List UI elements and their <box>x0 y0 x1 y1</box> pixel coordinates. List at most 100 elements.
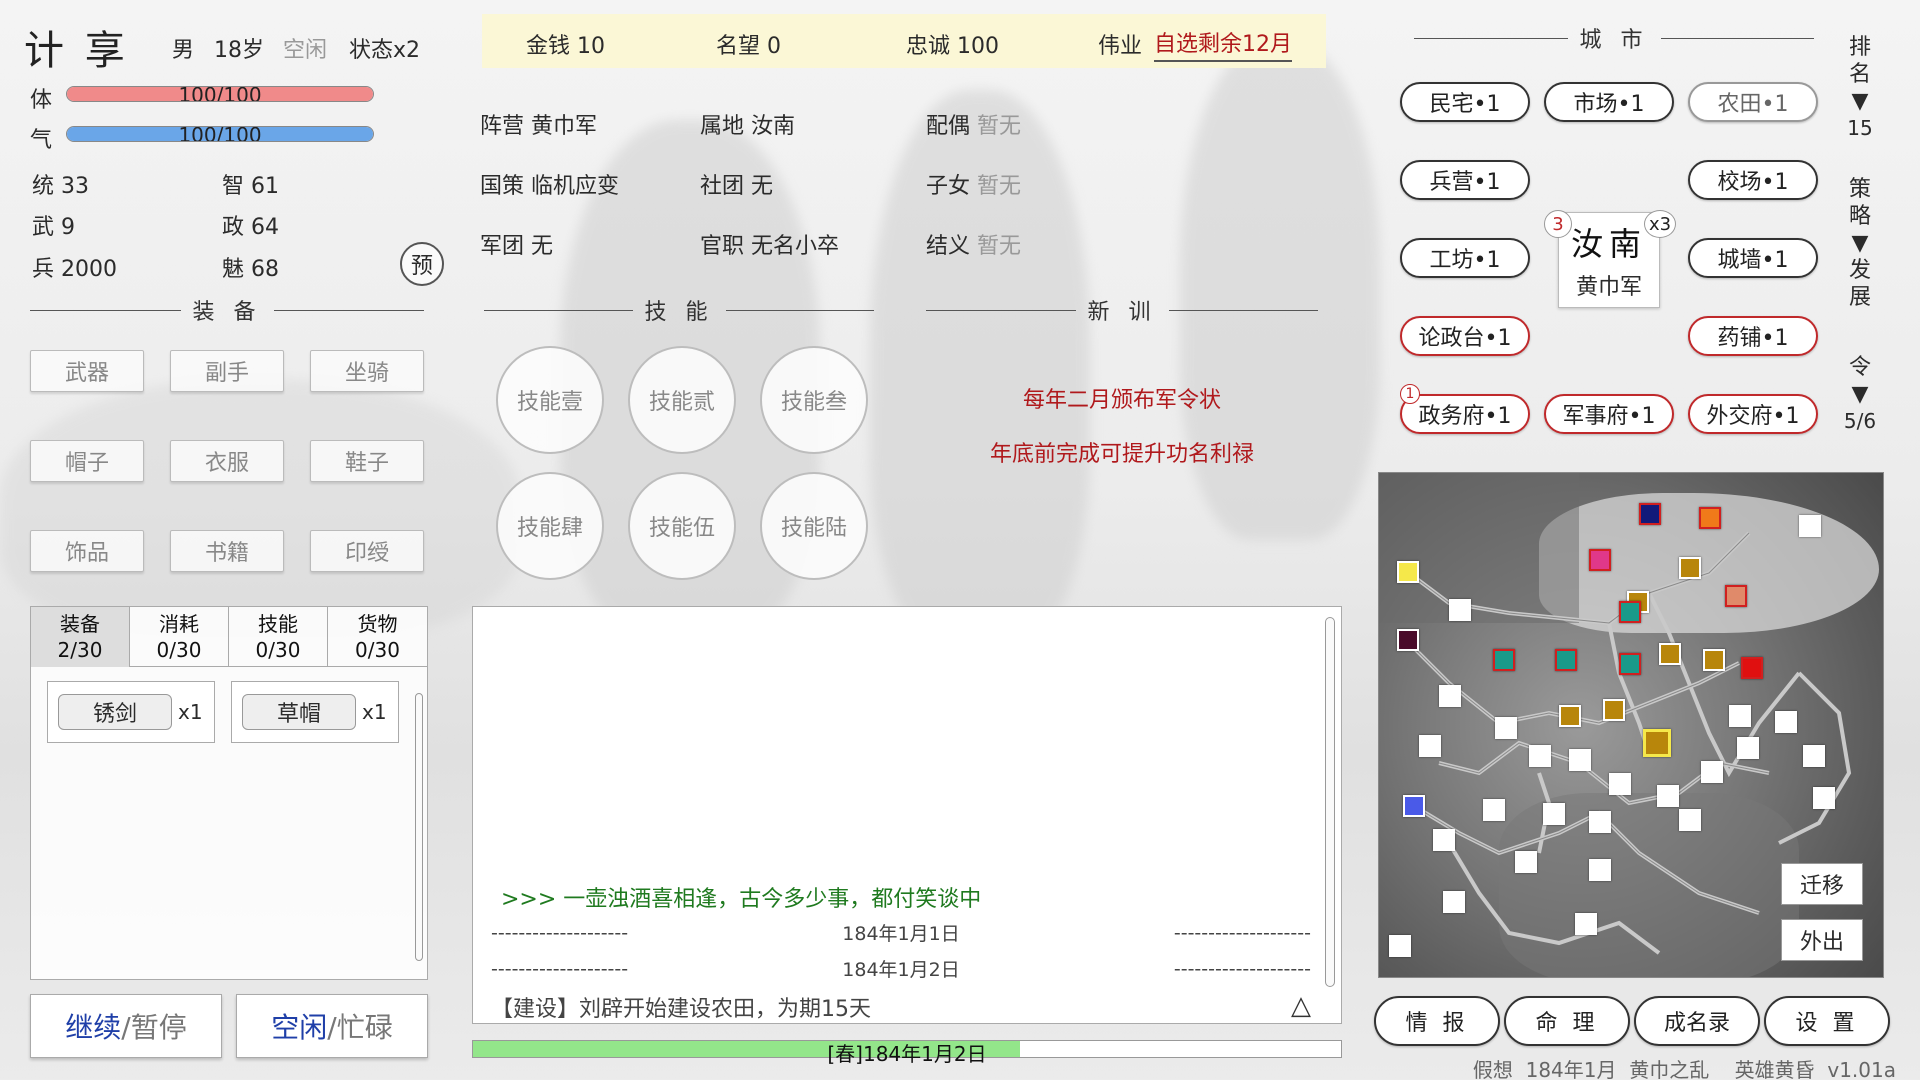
stat-tong: 统 33 <box>32 168 89 200</box>
inventory-scrollbar[interactable] <box>415 693 423 961</box>
map-city-node[interactable] <box>1493 649 1515 671</box>
map-city-node[interactable] <box>1619 601 1641 623</box>
map-city-node[interactable] <box>1603 699 1625 721</box>
map-city-node[interactable] <box>1609 773 1631 795</box>
equip-slot-seal[interactable]: 印绶 <box>310 530 424 572</box>
map-city-node[interactable] <box>1799 515 1821 537</box>
equip-slot-mount[interactable]: 坐骑 <box>310 350 424 392</box>
menu-fate[interactable]: 命 理 <box>1504 996 1630 1046</box>
equip-slot-clothes[interactable]: 衣服 <box>170 440 284 482</box>
migrate-button[interactable]: 迁移 <box>1781 863 1863 905</box>
equip-slot-weapon[interactable]: 武器 <box>30 350 144 392</box>
message-log: >>> 一壶浊酒喜相逢，古今多少事，都付笑谈中 ----------------… <box>472 606 1342 1024</box>
skill-slot-6[interactable]: 技能陆 <box>760 472 868 580</box>
equip-slot-book[interactable]: 书籍 <box>170 530 284 572</box>
building-debate-hall[interactable]: 论政台•1 <box>1400 316 1530 356</box>
map-city-node[interactable] <box>1555 649 1577 671</box>
map-city-node[interactable] <box>1397 561 1419 583</box>
equip-slot-shoes[interactable]: 鞋子 <box>310 440 424 482</box>
building-military-office[interactable]: 军事府•1 <box>1544 394 1674 434</box>
map-city-node[interactable] <box>1439 685 1461 707</box>
map-city-node[interactable] <box>1659 643 1681 665</box>
inventory-item[interactable]: 草帽 x1 <box>231 681 399 743</box>
log-scrollbar[interactable] <box>1325 617 1335 987</box>
building-drill-ground[interactable]: 校场•1 <box>1688 160 1818 200</box>
equip-slot-offhand[interactable]: 副手 <box>170 350 284 392</box>
map-city-node[interactable] <box>1729 705 1751 727</box>
map-city-node[interactable] <box>1813 787 1835 809</box>
skill-slot-2[interactable]: 技能贰 <box>628 346 736 454</box>
map-city-node[interactable] <box>1699 507 1721 529</box>
feat-value[interactable]: 自选剩余12月 <box>1154 26 1292 62</box>
map-city-node[interactable] <box>1619 653 1641 675</box>
stat-label: 魅 <box>222 257 245 282</box>
building-market[interactable]: 市场•1 <box>1544 82 1674 122</box>
map-city-node[interactable] <box>1403 795 1425 817</box>
map-city-node[interactable] <box>1643 729 1671 757</box>
map-city-node[interactable] <box>1397 629 1419 651</box>
map-city-node[interactable] <box>1725 585 1747 607</box>
info-label: 属地 <box>700 114 745 139</box>
character-status[interactable]: 状态x2 <box>349 32 420 64</box>
map-city-node[interactable] <box>1589 811 1611 833</box>
menu-settings[interactable]: 设 置 <box>1764 996 1890 1046</box>
map-city-node[interactable] <box>1679 809 1701 831</box>
building-residence[interactable]: 民宅•1 <box>1400 82 1530 122</box>
map-city-node[interactable] <box>1559 705 1581 727</box>
world-map[interactable]: 迁移 外出 <box>1378 472 1884 978</box>
continue-pause-button[interactable]: 继续/暂停 <box>30 994 222 1058</box>
map-city-node[interactable] <box>1639 503 1661 525</box>
map-city-node[interactable] <box>1529 745 1551 767</box>
map-city-node[interactable] <box>1389 935 1411 957</box>
map-city-node[interactable] <box>1657 785 1679 807</box>
building-diplomacy-office[interactable]: 外交府•1 <box>1688 394 1818 434</box>
map-city-node[interactable] <box>1775 711 1797 733</box>
map-city-node[interactable] <box>1569 749 1591 771</box>
map-city-node[interactable] <box>1515 851 1537 873</box>
go-out-button[interactable]: 外出 <box>1781 919 1863 961</box>
map-city-node[interactable] <box>1495 717 1517 739</box>
idle-busy-button[interactable]: 空闲/忙碌 <box>236 994 428 1058</box>
map-city-node[interactable] <box>1679 557 1701 579</box>
preview-button[interactable]: 预 <box>400 242 444 286</box>
map-city-node[interactable] <box>1449 599 1471 621</box>
map-city-node[interactable] <box>1701 761 1723 783</box>
strategy-button[interactable]: 策略 ▼ 发展 <box>1840 176 1880 311</box>
skill-slot-3[interactable]: 技能叁 <box>760 346 868 454</box>
map-city-node[interactable] <box>1803 745 1825 767</box>
skill-slot-5[interactable]: 技能伍 <box>628 472 736 580</box>
building-pharmacy[interactable]: 药铺•1 <box>1688 316 1818 356</box>
building-workshop[interactable]: 工坊•1 <box>1400 238 1530 278</box>
building-farm[interactable]: 农田•1 <box>1688 82 1818 122</box>
tab-consumables[interactable]: 消耗 0/30 <box>130 607 229 667</box>
equip-slot-hat[interactable]: 帽子 <box>30 440 144 482</box>
map-city-node[interactable] <box>1589 859 1611 881</box>
skill-slot-4[interactable]: 技能肆 <box>496 472 604 580</box>
map-city-node[interactable] <box>1575 913 1597 935</box>
rank-button[interactable]: 排名 ▼ 15 <box>1840 34 1880 142</box>
tab-goods[interactable]: 货物 0/30 <box>328 607 427 667</box>
map-city-node[interactable] <box>1737 737 1759 759</box>
scroll-up-icon[interactable]: △ <box>1291 991 1311 1021</box>
skill-slot-1[interactable]: 技能壹 <box>496 346 604 454</box>
building-city-wall[interactable]: 城墙•1 <box>1688 238 1818 278</box>
character-name: 计 享 <box>24 28 129 74</box>
menu-intelligence[interactable]: 情 报 <box>1374 996 1500 1046</box>
info-spouse: 配偶 暂无 <box>926 108 1021 140</box>
map-city-node[interactable] <box>1543 803 1565 825</box>
map-city-node[interactable] <box>1433 829 1455 851</box>
tab-skills[interactable]: 技能 0/30 <box>229 607 328 667</box>
map-city-node[interactable] <box>1703 649 1725 671</box>
tab-equipment[interactable]: 装备 2/30 <box>31 607 130 667</box>
map-city-node[interactable] <box>1741 657 1763 679</box>
map-city-node[interactable] <box>1443 891 1465 913</box>
map-city-node[interactable] <box>1419 735 1441 757</box>
inventory-item[interactable]: 锈剑 x1 <box>47 681 215 743</box>
order-button[interactable]: 令 ▼ 5/6 <box>1836 354 1884 435</box>
map-city-node[interactable] <box>1589 549 1611 571</box>
building-barracks[interactable]: 兵营•1 <box>1400 160 1530 200</box>
map-city-node[interactable] <box>1483 799 1505 821</box>
menu-hall-of-fame[interactable]: 成名录 <box>1634 996 1760 1046</box>
building-admin-office[interactable]: 政务府•1 <box>1400 394 1530 434</box>
equip-slot-accessory[interactable]: 饰品 <box>30 530 144 572</box>
